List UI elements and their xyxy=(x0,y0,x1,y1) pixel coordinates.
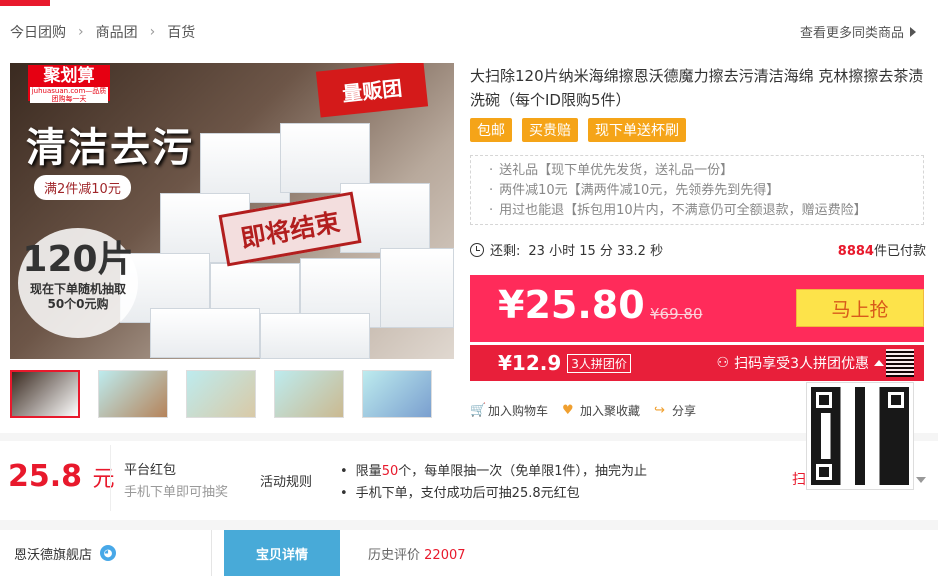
cart-icon: 🛒 xyxy=(470,402,487,418)
small-qr-icon xyxy=(886,349,914,377)
action-links: 🛒 加入购物车 ♥ 加入聚收藏 ↪ 分享 xyxy=(470,402,696,419)
gift-item: 用过也能退【拆包用10片内，不满意仍可全额退款，赠运费险】 xyxy=(489,201,923,221)
product-title: 大扫除120片纳米海绵擦恩沃德魔力擦去污清洁海绵 克林擦擦去茶渍洗碗（每个ID限… xyxy=(470,67,924,109)
thumbnail-strip xyxy=(10,370,432,418)
red-packet-amount: 25.8 元 xyxy=(8,459,115,494)
heart-icon: ♥ xyxy=(562,402,574,418)
rule-item: 限量50个，每单限抽一次（免单限1件），抽完为止 xyxy=(340,461,647,483)
caret-up-icon xyxy=(874,360,884,366)
thumbnail-2[interactable] xyxy=(98,370,168,418)
gift-item: 两件减10元【满两件减10元，先领券先到先得】 xyxy=(489,181,923,201)
thumbnail-4[interactable] xyxy=(274,370,344,418)
product-badges: 包邮 买贵赔 现下单送杯刷 xyxy=(470,118,686,142)
share-link[interactable]: ↪ 分享 xyxy=(654,402,696,419)
rule-item: 手机下单，支付成功后可抽25.8元红包 xyxy=(340,483,647,505)
people-icon: ⚇ xyxy=(716,355,730,371)
breadcrumb: 今日团购 › 商品团 › 百货 xyxy=(10,22,195,42)
qr-code-popup xyxy=(806,382,914,490)
rule-label: 活动规则 xyxy=(260,475,313,490)
qr-finder xyxy=(811,387,837,413)
clock-icon xyxy=(470,242,484,257)
breadcrumb-item-goods[interactable]: 商品团 xyxy=(96,22,138,42)
thumbnail-1[interactable] xyxy=(10,370,80,418)
sponge-cube xyxy=(260,313,370,359)
count-badge: 120片 现在下单随机抽取 50个0元购 xyxy=(18,228,138,338)
scan-offer-label: 扫码享受3人拼团优惠 xyxy=(734,356,869,372)
gift-list: 送礼品【现下单优先发货，送礼品一份】 两件减10元【满两件减10元，先领券先到先… xyxy=(470,155,924,225)
current-price: ¥25.80 xyxy=(498,283,645,327)
share-label: 分享 xyxy=(672,404,697,418)
caret-right-icon xyxy=(910,26,916,37)
group-buy-row: ¥12.9 3人拼团价 ⚇ 扫码享受3人拼团优惠 xyxy=(470,345,924,381)
gift-item: 送礼品【现下单优先发货，送礼品一份】 xyxy=(489,161,923,181)
buy-now-button[interactable]: 马上抢 xyxy=(796,289,924,327)
share-icon: ↪ xyxy=(654,402,665,418)
tab-reviews[interactable]: 历史评价 22007 xyxy=(368,544,466,563)
reviews-count: 22007 xyxy=(424,547,466,563)
countdown-label: 还剩: xyxy=(490,244,521,259)
caret-down-icon[interactable] xyxy=(916,477,926,483)
sponge-cube xyxy=(150,308,260,358)
shop-name: 恩沃德旗舰店 xyxy=(14,547,93,563)
section-divider xyxy=(0,433,938,441)
group-price-tag: 3人拼团价 xyxy=(567,353,631,373)
red-packet-section: 25.8 元 平台红包 手机下单即可抽奖 活动规则 限量50个，每单限抽一次（免… xyxy=(0,441,938,519)
product-main-image: 聚划算 juhuasuan.com—品质团购每一天 量贩团 清洁去污 满2件减1… xyxy=(10,63,454,359)
more-similar-label: 查看更多同类商品 xyxy=(799,26,904,41)
divider-line xyxy=(110,445,111,511)
red-packet-title: 平台红包 xyxy=(124,463,177,478)
chat-icon[interactable]: ◕ xyxy=(100,545,117,561)
price-box: ¥25.80 ¥69.80 马上抢 xyxy=(470,275,924,342)
badge-price-guarantee: 买贵赔 xyxy=(522,118,578,142)
rule-list: 限量50个，每单限抽一次（免单限1件），抽完为止 手机下单，支付成功后可抽25.… xyxy=(340,461,647,505)
sponge-cube xyxy=(380,248,454,328)
qr-finder xyxy=(883,387,909,413)
group-price: ¥12.9 xyxy=(498,351,562,375)
add-to-cart-link[interactable]: 🛒 加入购物车 xyxy=(470,402,548,419)
scan-hint: 扫 xyxy=(792,472,806,488)
red-packet-value: 25.8 xyxy=(8,459,83,494)
countdown-row: 还剩: 23 小时 15 分 33.2 秒 8884件已付款 xyxy=(470,240,926,259)
qr-finder xyxy=(811,459,837,485)
add-to-cart-label: 加入购物车 xyxy=(488,404,549,418)
scan-group-offer[interactable]: ⚇ 扫码享受3人拼团优惠 xyxy=(717,353,884,373)
paid-count-number: 8884 xyxy=(837,244,874,259)
section-divider xyxy=(0,520,938,530)
top-accent-strip xyxy=(0,0,50,6)
more-similar-link[interactable]: 查看更多同类商品 xyxy=(800,22,916,41)
bulk-tag: 量贩团 xyxy=(315,63,429,118)
badge-free-shipping: 包邮 xyxy=(470,118,512,142)
breadcrumb-item-today[interactable]: 今日团购 xyxy=(10,22,66,42)
red-packet-subtitle: 手机下单即可抽奖 xyxy=(124,485,229,500)
qr-code-icon xyxy=(811,387,909,485)
detail-tabs: 宝贝详情 历史评价 22007 xyxy=(224,530,466,576)
add-favorite-label: 加入聚收藏 xyxy=(580,404,641,418)
image-headline: 清洁去污 xyxy=(26,125,194,171)
juhuasuan-logo: 聚划算 juhuasuan.com—品质团购每一天 xyxy=(28,65,110,103)
thumbnail-3[interactable] xyxy=(186,370,256,418)
image-promo: 满2件减10元 xyxy=(34,175,131,200)
tab-product-detail[interactable]: 宝贝详情 xyxy=(224,530,340,576)
shop-info[interactable]: 恩沃德旗舰店 ◕ xyxy=(0,530,212,576)
red-packet-unit: 元 xyxy=(92,467,115,492)
countdown-value: 23 小时 15 分 33.2 秒 xyxy=(528,244,664,259)
reviews-label: 历史评价 xyxy=(368,547,421,563)
paid-count-label: 件已付款 xyxy=(873,244,926,259)
breadcrumb-separator: › xyxy=(149,24,156,40)
paid-count: 8884件已付款 xyxy=(838,240,926,259)
breadcrumb-item-general[interactable]: 百货 xyxy=(167,22,195,42)
original-price: ¥69.80 xyxy=(650,305,703,323)
add-favorite-link[interactable]: ♥ 加入聚收藏 xyxy=(562,402,640,419)
breadcrumb-separator: › xyxy=(78,24,84,40)
thumbnail-5[interactable] xyxy=(362,370,432,418)
badge-gift-brush: 现下单送杯刷 xyxy=(588,118,686,142)
